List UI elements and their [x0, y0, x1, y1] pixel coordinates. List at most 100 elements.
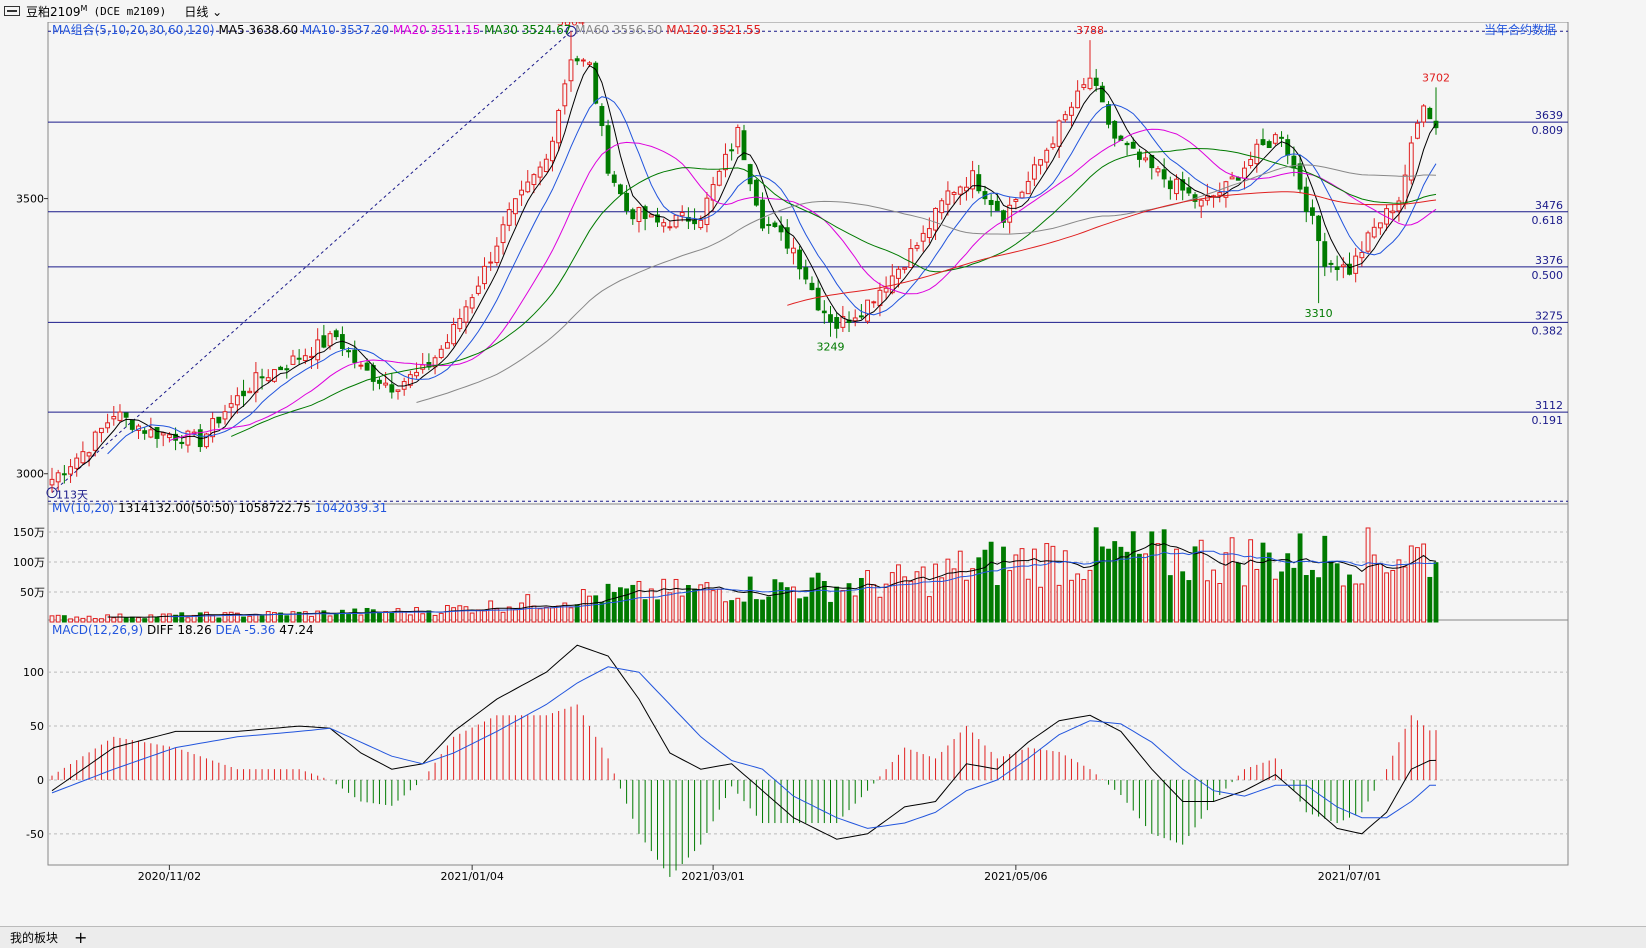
candle-up — [451, 324, 457, 345]
fib-ratio-label: 0.382 — [1532, 324, 1564, 337]
volume-bar-down — [377, 612, 382, 623]
volume-bar-up — [1340, 585, 1346, 623]
candle-up — [1272, 134, 1278, 144]
candle-down — [1279, 136, 1284, 139]
candle-up — [537, 166, 543, 178]
volume-bar-up — [636, 580, 642, 623]
volume-bar-up — [1044, 543, 1050, 623]
candle-up — [222, 411, 228, 420]
candle-up — [519, 189, 524, 196]
candle-up — [679, 212, 685, 217]
volume-bar-down — [1291, 567, 1297, 623]
candle-down — [333, 330, 339, 338]
volume-bar-down — [1112, 541, 1118, 623]
volume-bar-up — [1087, 569, 1093, 623]
chevron-down-icon: ⌄ — [208, 4, 223, 19]
volume-bar-down — [593, 595, 599, 623]
volume-bar-up — [55, 614, 61, 623]
candle-down — [377, 379, 382, 384]
add-tab-icon[interactable]: + — [74, 929, 87, 946]
extreme-price-label: 3249 — [817, 341, 845, 354]
volume-bar-up — [1384, 572, 1389, 623]
volume-bar-up — [556, 605, 562, 623]
ma-legend: MA组合(5,10,20,30,60,120) MA5 3638.60 MA10… — [52, 22, 761, 37]
candle-up — [506, 209, 512, 226]
volume-bar-down — [1316, 577, 1322, 623]
candle-up — [1075, 90, 1081, 109]
volume-axis-tick: 50万 — [20, 586, 45, 599]
volume-bar-down — [574, 604, 580, 623]
candle-up — [667, 226, 673, 229]
volume-bar-down — [828, 601, 833, 623]
volume-bar-up — [902, 576, 908, 623]
candle-up — [926, 228, 932, 238]
volume-bar-up — [1377, 563, 1383, 623]
volume-bar-up — [791, 586, 796, 623]
volume-bar-up — [945, 558, 951, 623]
candle-up — [723, 153, 728, 171]
candle-up — [234, 395, 240, 406]
volume-bar-up — [185, 617, 191, 623]
volume-bar-down — [179, 612, 185, 623]
candle-up — [1421, 105, 1427, 123]
volume-bar-down — [729, 600, 735, 623]
volume-bar-up — [710, 590, 716, 623]
candle-down — [278, 366, 284, 371]
volume-bar-down — [389, 612, 395, 623]
volume-axis-tick: 150万 — [13, 526, 45, 539]
volume-bar-up — [735, 597, 741, 623]
candle-up — [543, 158, 549, 173]
volume-bar-down — [1192, 546, 1198, 623]
candle-down — [753, 179, 759, 206]
volume-bar-down — [1180, 571, 1186, 623]
current-contract-data-link: 当年合约数据 — [1484, 22, 1556, 37]
volume-bar-up — [204, 611, 209, 623]
volume-bar-up — [1217, 583, 1223, 623]
volume-bar-up — [1390, 569, 1396, 623]
candle-down — [364, 362, 370, 371]
candle-up — [957, 186, 963, 195]
volume-bar-up — [451, 607, 457, 623]
volume-bar-up — [136, 617, 141, 623]
date-axis-label: 2021/03/01 — [681, 870, 744, 883]
candle-up — [148, 429, 154, 438]
volume-bar-down — [846, 583, 852, 623]
candle-up — [438, 348, 444, 358]
candle-up — [99, 427, 104, 434]
candle-up — [1174, 178, 1179, 195]
candle-up — [86, 452, 92, 457]
candle-up — [661, 222, 667, 227]
chart-type-icon[interactable] — [4, 6, 20, 16]
candle-up — [68, 466, 73, 475]
volume-bar-up — [852, 595, 858, 623]
candle-up — [1056, 120, 1062, 147]
volume-bar-up — [1204, 580, 1210, 623]
date-axis-label: 2021/07/01 — [1318, 870, 1381, 883]
instrument-name[interactable]: 豆粕2109M — [26, 3, 87, 20]
macd-axis-tick: 50 — [30, 720, 44, 733]
candle-up — [1340, 264, 1346, 268]
candle-up — [735, 126, 741, 148]
volume-bar-down — [1186, 580, 1192, 623]
candle-down — [741, 130, 747, 161]
candle-down — [815, 287, 821, 311]
volume-bar-up — [420, 613, 426, 623]
volume-bar-down — [1427, 576, 1433, 623]
fib-ratio-label: 0.809 — [1532, 124, 1564, 137]
candle-up — [512, 198, 518, 215]
volume-bar-down — [1137, 553, 1142, 623]
candle-up — [531, 174, 537, 186]
candle-up — [1217, 192, 1223, 196]
volume-bar-down — [741, 601, 747, 623]
date-axis-label: 2021/01/04 — [440, 870, 503, 883]
candle-up — [1019, 191, 1025, 199]
candle-up — [1038, 159, 1043, 166]
period-selector[interactable]: 日线 ⌄ — [184, 3, 222, 20]
candle-down — [858, 315, 864, 318]
kline-chart[interactable]: 3639 0.809 3476 0.618 3376 0.500 3275 0.382 3112… — [0, 22, 1646, 926]
candle-down — [1112, 120, 1118, 139]
tab-my-sectors[interactable]: 我的板块 — [4, 929, 64, 946]
volume-bar-down — [1099, 546, 1105, 623]
volume-bar-down — [1334, 563, 1340, 623]
volume-bar-up — [1075, 573, 1081, 623]
